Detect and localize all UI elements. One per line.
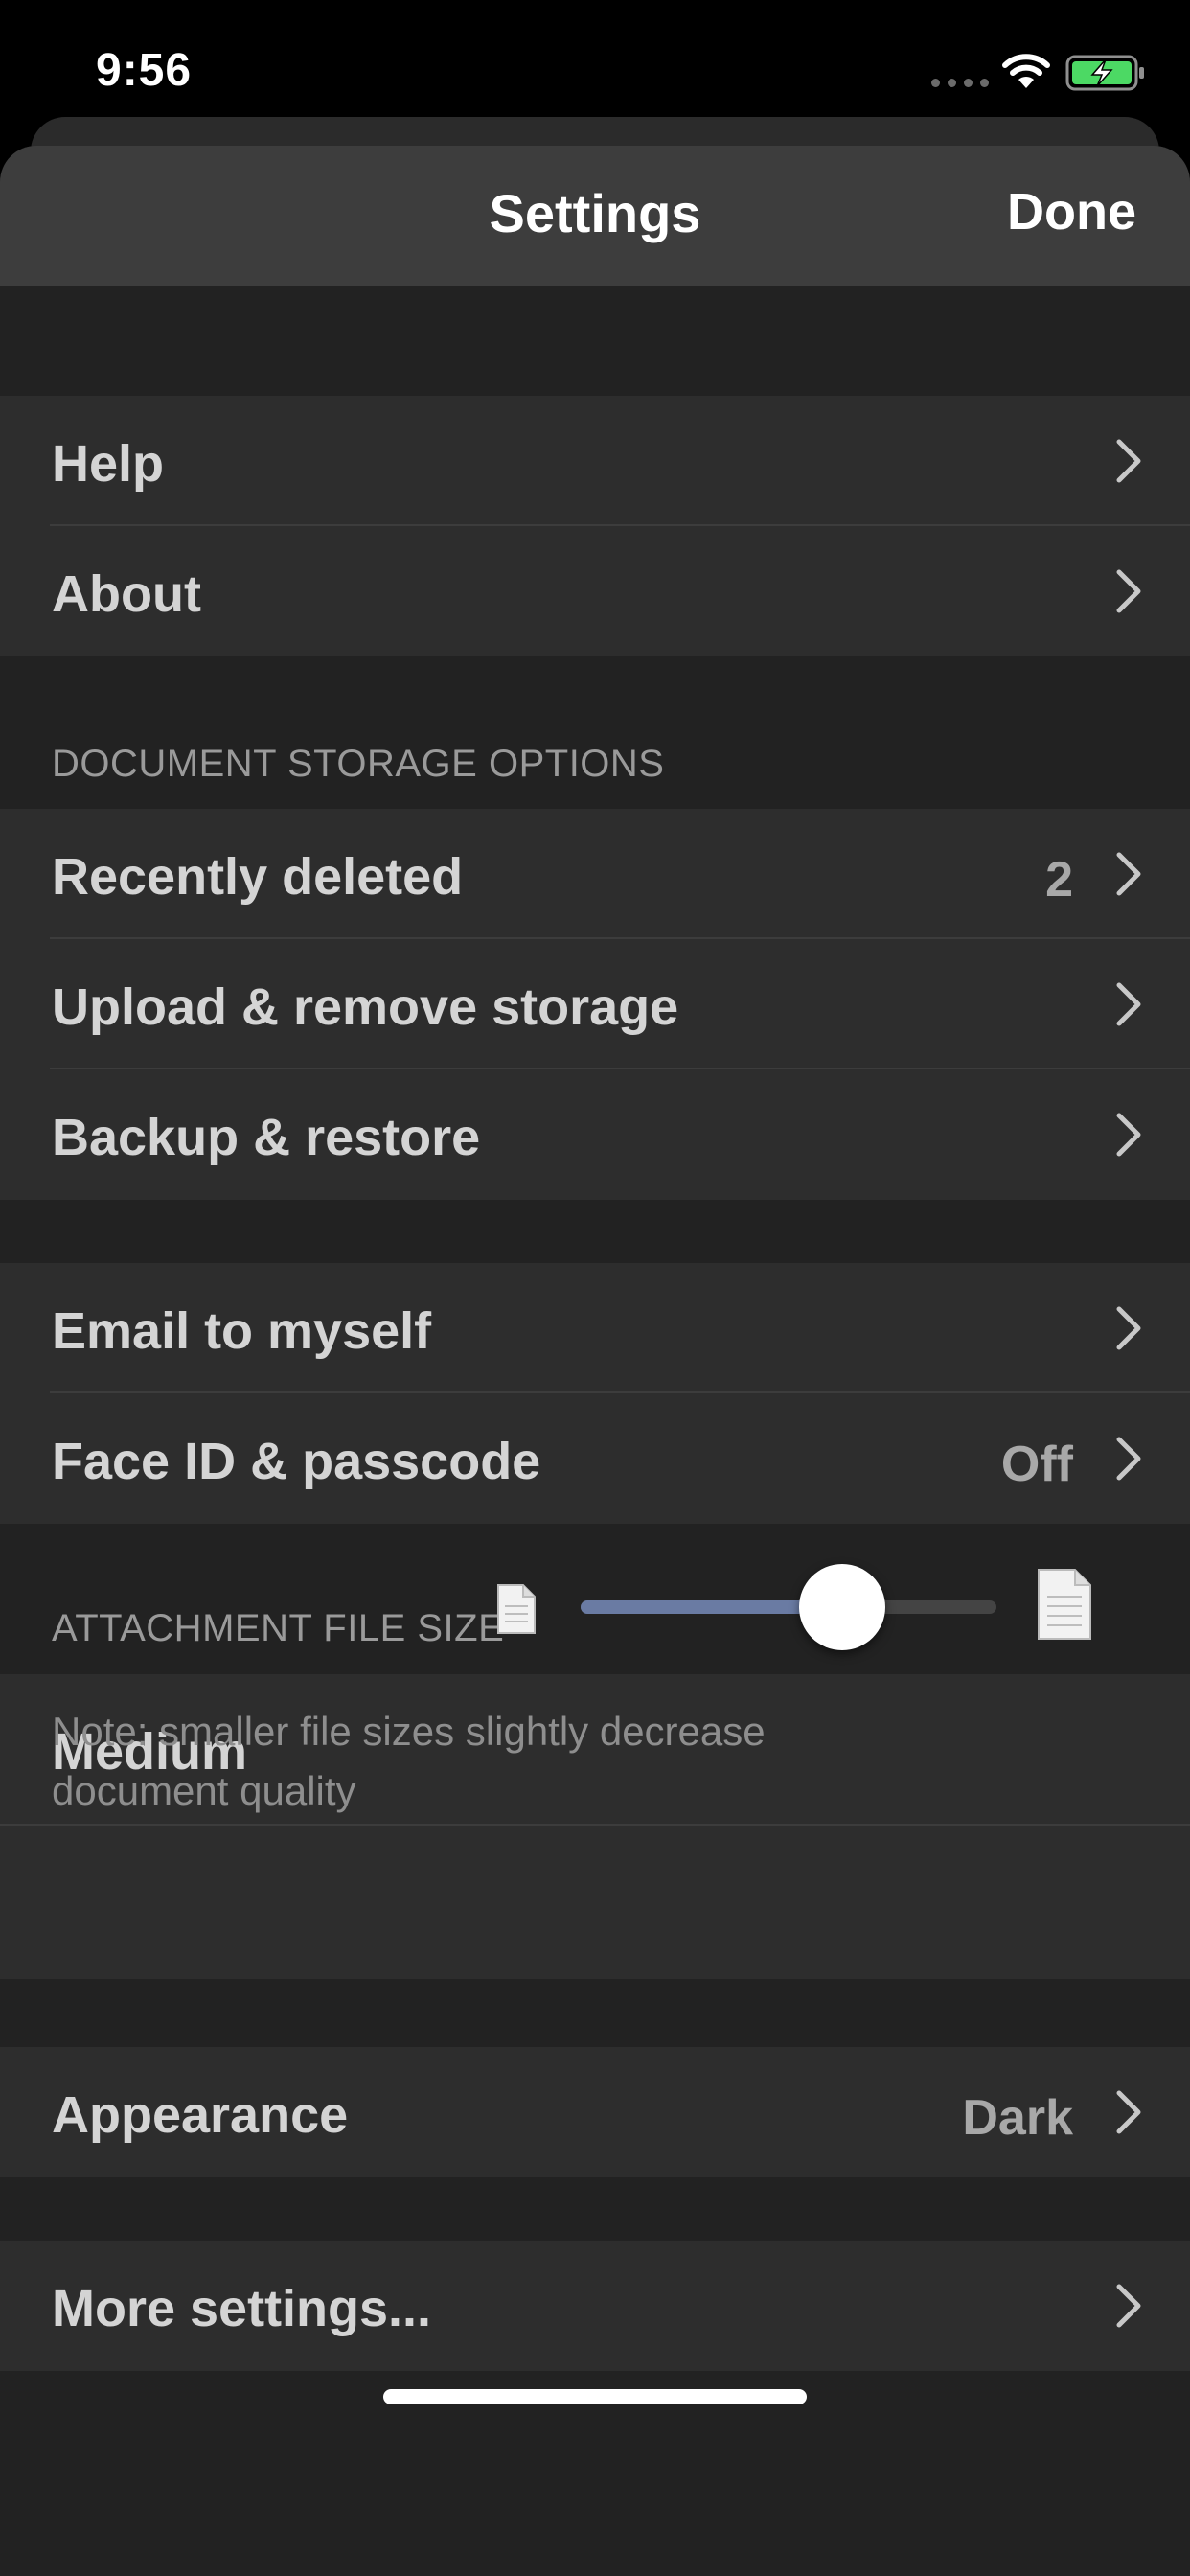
backup-restore-row[interactable]: Backup & restore bbox=[0, 1070, 1190, 1200]
faceid-passcode-row[interactable]: Face ID & passcode Off bbox=[0, 1393, 1190, 1524]
faceid-passcode-label: Face ID & passcode bbox=[52, 1433, 541, 1490]
chevron-right-icon bbox=[1116, 2284, 1141, 2328]
home-indicator bbox=[383, 2389, 807, 2404]
more-settings-label: More settings... bbox=[52, 2280, 432, 2337]
file-size-slider[interactable] bbox=[581, 1564, 996, 1650]
appearance-group: Appearance Dark bbox=[0, 2047, 1190, 2177]
email-to-myself-label: Email to myself bbox=[52, 1302, 432, 1360]
about-row[interactable]: About bbox=[0, 526, 1190, 656]
help-row[interactable]: Help bbox=[0, 396, 1190, 526]
chevron-right-icon bbox=[1116, 2090, 1141, 2134]
document-storage-group: Recently deleted 2 Upload & remove stora… bbox=[0, 809, 1190, 1200]
wifi-icon bbox=[1002, 54, 1050, 88]
large-document-icon bbox=[1038, 1569, 1091, 1640]
faceid-passcode-value: Off bbox=[1000, 1437, 1073, 1492]
more-settings-group: More settings... bbox=[0, 2241, 1190, 2371]
slider-thumb[interactable] bbox=[799, 1564, 886, 1650]
more-settings-row[interactable]: More settings... bbox=[0, 2241, 1190, 2371]
chevron-right-icon bbox=[1116, 439, 1141, 483]
status-time: 9:56 bbox=[96, 45, 193, 96]
document-storage-header: DOCUMENT STORAGE OPTIONS bbox=[52, 743, 665, 785]
chevron-right-icon bbox=[1116, 852, 1141, 896]
file-size-note: Note: smaller file sizes slightly decrea… bbox=[52, 1709, 766, 1813]
email-faceid-group: Email to myself Face ID & passcode Off bbox=[0, 1263, 1190, 1524]
done-button[interactable]: Done bbox=[1007, 182, 1136, 242]
recently-deleted-count: 2 bbox=[1045, 852, 1073, 908]
upload-remove-storage-row[interactable]: Upload & remove storage bbox=[0, 939, 1190, 1070]
chevron-right-icon bbox=[1116, 1113, 1141, 1157]
chevron-right-icon bbox=[1116, 1306, 1141, 1350]
backup-restore-label: Backup & restore bbox=[52, 1109, 481, 1166]
navigation-bar: Settings Done bbox=[0, 146, 1190, 286]
chevron-right-icon bbox=[1116, 982, 1141, 1026]
help-label: Help bbox=[52, 435, 165, 493]
upload-remove-storage-label: Upload & remove storage bbox=[52, 978, 679, 1036]
about-label: About bbox=[52, 565, 201, 623]
recently-deleted-label: Recently deleted bbox=[52, 848, 464, 906]
cellular-signal-icon bbox=[931, 79, 993, 88]
attachment-size-header: ATTACHMENT FILE SIZE bbox=[52, 1607, 505, 1649]
help-about-group: Help About bbox=[0, 396, 1190, 656]
email-to-myself-row[interactable]: Email to myself bbox=[0, 1263, 1190, 1393]
appearance-value: Dark bbox=[962, 2090, 1073, 2146]
battery-charging-icon bbox=[1065, 55, 1144, 91]
appearance-row[interactable]: Appearance Dark bbox=[0, 2047, 1190, 2177]
chevron-right-icon bbox=[1116, 1437, 1141, 1481]
small-document-icon bbox=[497, 1584, 536, 1634]
row-divider bbox=[0, 1824, 1190, 1826]
chevron-right-icon bbox=[1116, 569, 1141, 613]
appearance-label: Appearance bbox=[52, 2086, 349, 2144]
recently-deleted-row[interactable]: Recently deleted 2 bbox=[0, 809, 1190, 939]
